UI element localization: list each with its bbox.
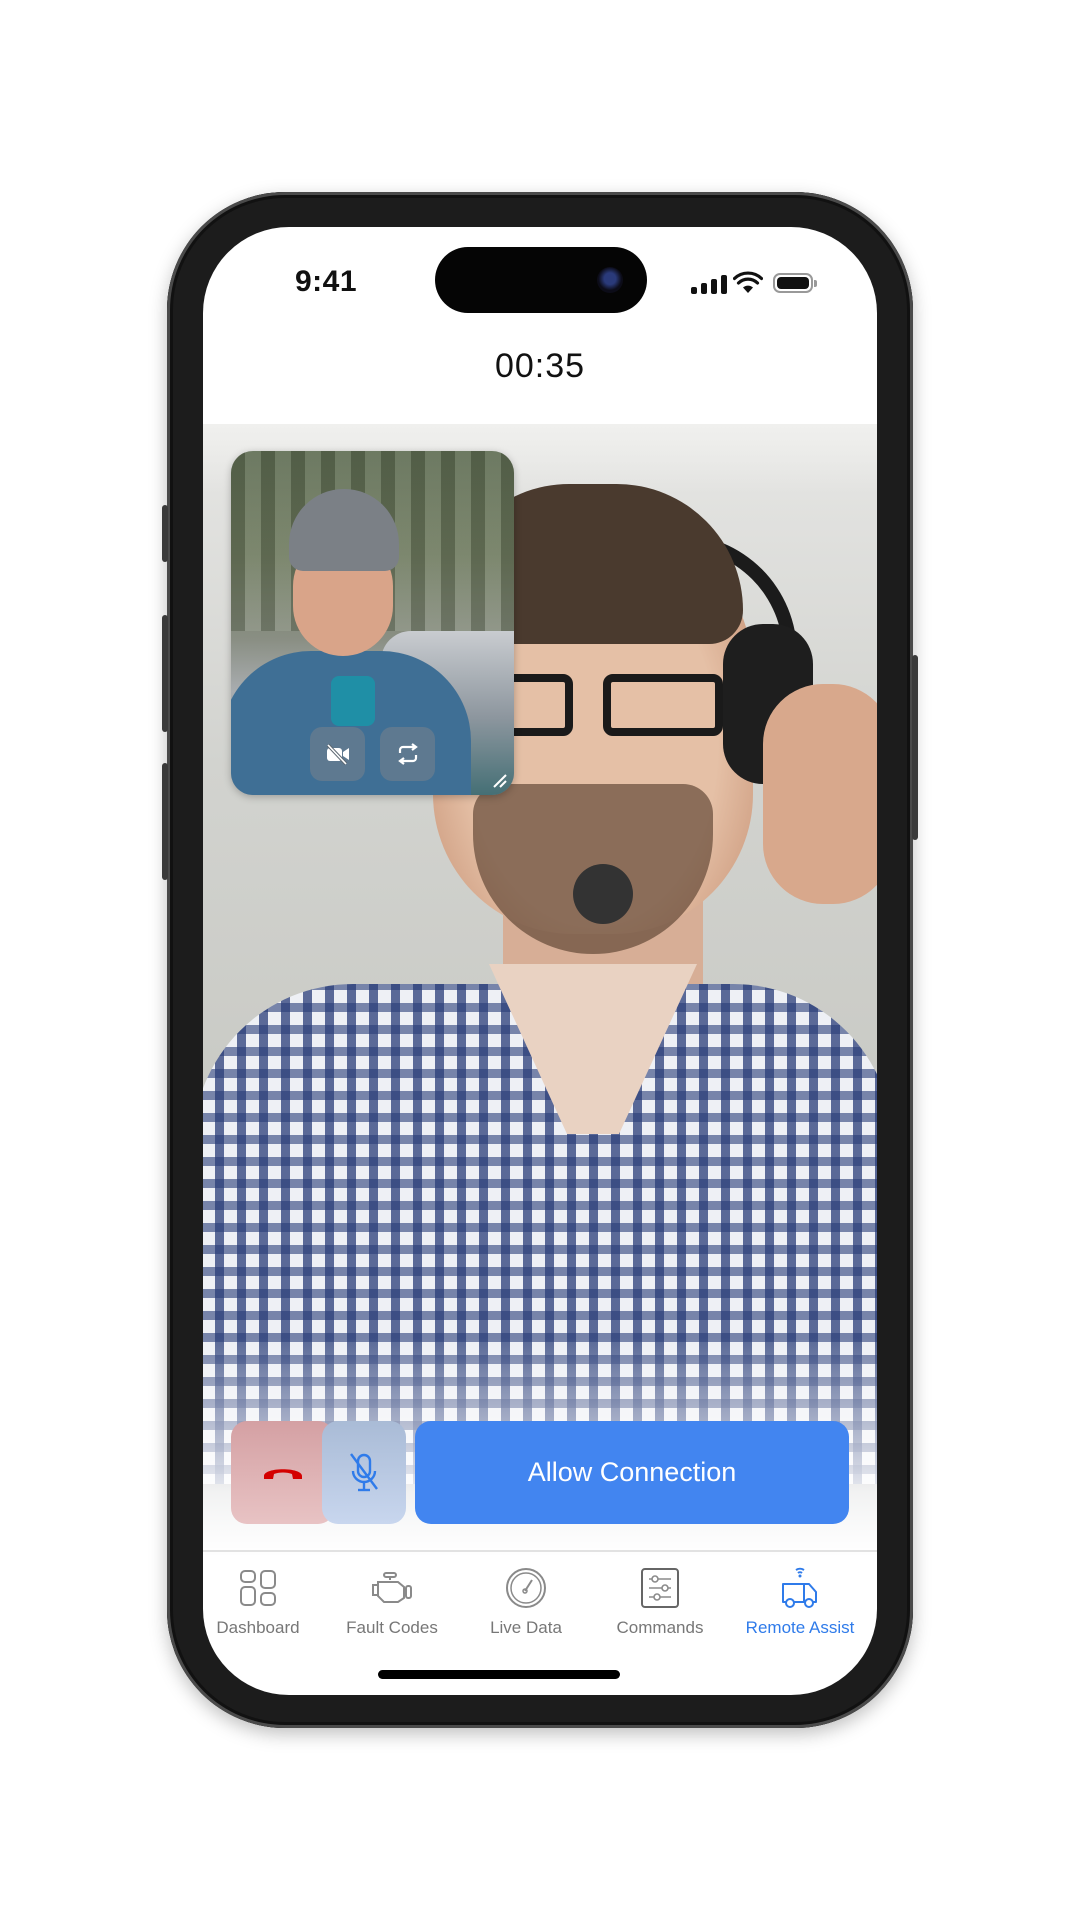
remote-van-icon	[782, 1567, 817, 1608]
tab-fault-codes[interactable]: Fault Codes	[325, 1552, 459, 1652]
dashboard-grid-icon	[240, 1570, 276, 1606]
call-timer: 00:35	[494, 347, 586, 385]
volume-up-button	[162, 615, 168, 732]
tab-bar: Dashboard Fault Codes Live Data Commands…	[203, 1550, 877, 1652]
dynamic-island	[435, 247, 647, 313]
action-button	[162, 505, 168, 562]
tab-dashboard[interactable]: Dashboard	[203, 1552, 325, 1652]
end-call-button[interactable]	[231, 1421, 334, 1524]
gauge-icon	[506, 1568, 546, 1608]
power-button	[912, 655, 918, 840]
sliders-icon	[641, 1568, 679, 1608]
screen: 9:41 00:35 Allow Connection Dashboard Fa…	[203, 227, 877, 1695]
self-view-pip[interactable]	[231, 451, 514, 795]
status-bar: 9:41	[203, 227, 877, 317]
battery-icon	[773, 273, 817, 293]
allow-connection-button[interactable]: Allow Connection	[415, 1421, 849, 1524]
switch-camera-icon	[397, 743, 418, 765]
tab-label: Dashboard	[216, 1618, 300, 1637]
mute-button[interactable]	[322, 1421, 406, 1524]
cellular-signal-icon	[691, 275, 727, 294]
camera-off-button[interactable]	[310, 727, 365, 781]
remote-video-feed	[203, 424, 877, 1558]
home-indicator[interactable]	[378, 1670, 620, 1679]
resize-handle-icon[interactable]	[492, 773, 508, 789]
engine-icon	[372, 1572, 412, 1603]
tab-label: Remote Assist	[745, 1618, 855, 1637]
tab-label: Fault Codes	[346, 1618, 438, 1637]
tab-remote-assist[interactable]: Remote Assist	[733, 1552, 867, 1652]
tab-live-data[interactable]: Live Data	[459, 1552, 593, 1652]
front-camera-icon	[597, 267, 623, 293]
tab-commands[interactable]: Commands	[593, 1552, 727, 1652]
tab-label: Live Data	[490, 1618, 562, 1637]
switch-camera-button[interactable]	[380, 727, 435, 781]
mic-off-icon	[350, 1452, 378, 1491]
video-off-icon	[326, 743, 349, 765]
volume-down-button	[162, 763, 168, 880]
tab-label: Commands	[616, 1618, 704, 1637]
phone-hangup-icon	[263, 1468, 302, 1479]
status-time: 9:41	[295, 265, 358, 298]
headset-mic	[573, 864, 633, 924]
wifi-icon	[733, 271, 763, 293]
